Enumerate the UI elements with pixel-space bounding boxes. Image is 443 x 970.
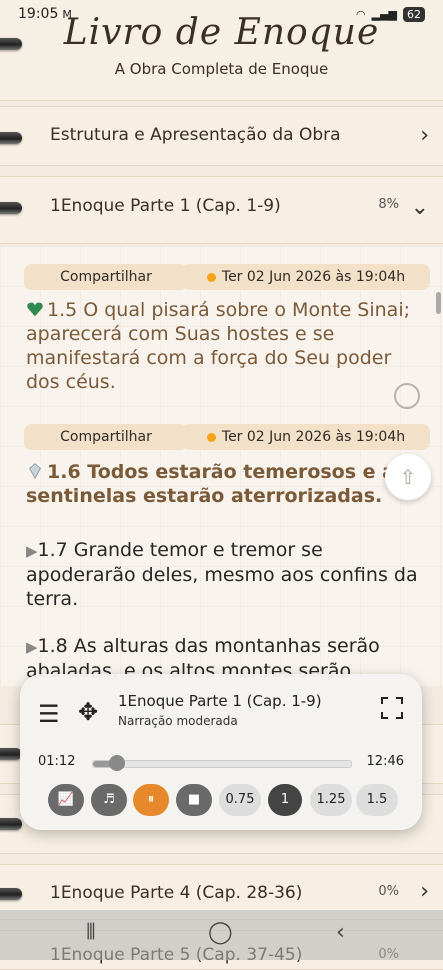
player-subtitle: Narração moderada — [118, 714, 238, 728]
move-icon[interactable]: ✥ — [78, 698, 98, 726]
chevron-down-icon: ⌄ — [410, 195, 429, 220]
speed-1-5-button[interactable]: 1.5 — [356, 784, 398, 816]
menu-icon[interactable]: ☰ — [38, 700, 60, 728]
ring-binder-icon — [0, 748, 22, 760]
speed-1-25-button[interactable]: 1.25 — [310, 784, 352, 816]
app-subtitle: A Obra Completa de Enoque — [114, 60, 329, 78]
ring-binder-icon — [0, 132, 22, 144]
seek-knob[interactable] — [109, 755, 126, 771]
audio-player: ☰ ✥ 1Enoque Parte 1 (Cap. 1-9) Narração … — [20, 674, 422, 830]
progress-percent: 8% — [378, 197, 399, 212]
scroll-to-top-button[interactable]: ⇧ — [385, 454, 431, 500]
recent-apps-icon[interactable]: ⦀ — [86, 920, 96, 945]
ring-binder-icon — [0, 38, 22, 50]
diamond-icon — [29, 463, 41, 480]
player-title: 1Enoque Parte 1 (Cap. 1-9) — [118, 692, 322, 710]
status-dot-icon — [206, 272, 216, 282]
section-label: Estrutura e Apresentação da Obra — [50, 125, 341, 145]
section-estrutura[interactable]: Estrutura e Apresentação da Obra › — [0, 106, 443, 166]
timestamp-text: Ter 02 Jun 2026 às 19:04h — [221, 269, 406, 285]
play-triangle-icon[interactable]: ▶ — [26, 542, 38, 560]
status-time: 19:05 — [18, 6, 59, 22]
verse-text: 1.7 Grande temor e tremor se apoderarão … — [26, 539, 418, 610]
wifi-icon: ◠ — [356, 7, 366, 21]
play-triangle-icon[interactable]: ▶ — [26, 638, 38, 656]
ring-binder-icon — [0, 888, 22, 900]
stats-button[interactable]: 📈 — [48, 784, 84, 816]
verse-1-7: ▶1.7 Grande temor e tremor se apoderarão… — [26, 538, 423, 611]
section-label: 1Enoque Parte 1 (Cap. 1-9) — [50, 196, 281, 216]
timestamp-badge: Ter 02 Jun 2026 às 19:04h — [182, 264, 430, 290]
heart-gem-icon — [27, 302, 43, 317]
verse-text: 1.6 Todos estarão temerosos e as sentine… — [26, 461, 407, 507]
speed-0-75-button[interactable]: 0.75 — [219, 784, 261, 816]
speed-1-button[interactable]: 1 — [268, 784, 302, 816]
gmail-icon: M — [62, 7, 72, 21]
music-button[interactable]: ♬ — [91, 784, 127, 816]
scrollbar-thumb[interactable] — [436, 292, 441, 314]
chevron-right-icon: › — [420, 879, 429, 904]
pause-button[interactable]: ⏸ — [133, 784, 169, 816]
clock-icon[interactable] — [394, 383, 420, 409]
status-dot-icon — [206, 432, 216, 442]
system-nav-bar: ⦀ ◯ ‹ — [0, 910, 443, 960]
signal-icon: ▂▄▆ — [371, 7, 397, 21]
share-button[interactable]: Compartilhar — [24, 264, 188, 290]
section-label: 1Enoque Parte 4 (Cap. 28-36) — [50, 883, 303, 903]
verse-text: 1.5 O qual pisará sobre o Monte Sinai; a… — [26, 299, 411, 393]
verse-1-6: 1.6 Todos estarão temerosos e as sentine… — [26, 460, 423, 508]
fullscreen-icon[interactable] — [380, 696, 404, 720]
current-time: 01:12 — [38, 754, 76, 769]
timestamp-badge: Ter 02 Jun 2026 às 19:04h — [182, 424, 430, 450]
status-bar: 19:05 M ◠ ▂▄▆ 62 — [0, 0, 443, 28]
seek-bar[interactable] — [92, 755, 352, 771]
progress-percent: 0% — [378, 884, 399, 899]
section-parte1[interactable]: 1Enoque Parte 1 (Cap. 1-9) 8% ⌄ — [0, 176, 443, 244]
timestamp-text: Ter 02 Jun 2026 às 19:04h — [221, 429, 406, 445]
back-icon[interactable]: ‹ — [336, 920, 345, 945]
verse-meta-row: Compartilhar Ter 02 Jun 2026 às 19:04h — [24, 264, 430, 290]
battery-level: 62 — [403, 6, 425, 22]
chevron-right-icon: › — [420, 123, 429, 148]
share-button[interactable]: Compartilhar — [24, 424, 188, 450]
home-icon[interactable]: ◯ — [208, 920, 233, 945]
verse-meta-row: Compartilhar Ter 02 Jun 2026 às 19:04h — [24, 424, 430, 450]
duration: 12:46 — [366, 754, 404, 769]
ring-binder-icon — [0, 202, 22, 214]
ring-binder-icon — [0, 818, 22, 830]
stop-button[interactable]: ■ — [176, 784, 212, 816]
verse-1-5: 1.5 O qual pisará sobre o Monte Sinai; a… — [26, 298, 423, 394]
chapter-content[interactable]: Compartilhar Ter 02 Jun 2026 às 19:04h 1… — [0, 246, 443, 686]
